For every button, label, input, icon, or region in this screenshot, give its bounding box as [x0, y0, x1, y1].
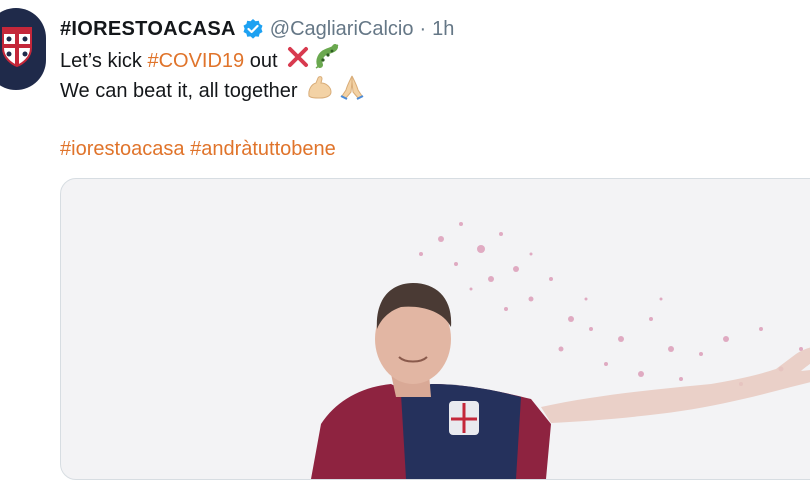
text-out: out: [244, 50, 278, 72]
player-arm: [541, 347, 810, 423]
verified-badge-icon: [242, 18, 264, 40]
tweet-header: #IORESTOACASA @CagliariCalcio · 1h: [60, 12, 800, 46]
hashtag-iorestoacasa[interactable]: #iorestoacasa: [60, 138, 185, 160]
tweet-text-line-1: Let’s kick #COVID19 out: [60, 43, 800, 76]
cagliari-crest-icon: [2, 27, 32, 68]
tweet-text-line-2: We can beat it, all together: [60, 74, 800, 109]
text-beat-it: We can beat it, all together: [60, 80, 298, 102]
separator-dot: ·: [419, 17, 427, 40]
display-name[interactable]: #IORESTOACASA: [60, 18, 236, 41]
player-illustration: [311, 222, 810, 479]
tweet: #IORESTOACASA @CagliariCalcio · 1h Let’s…: [60, 12, 800, 161]
timestamp[interactable]: 1h: [432, 18, 454, 41]
text-let-kick: Let’s kick: [60, 50, 148, 72]
hashtag-covid19[interactable]: #COVID19: [147, 46, 244, 76]
paint-splatter: [419, 222, 803, 386]
hashtag-line: #iorestoacasa #andràtuttobene: [60, 138, 336, 161]
folded-hands-icon: [338, 74, 366, 109]
hashtag-andratuttobene[interactable]: #andràtuttobene: [190, 138, 336, 160]
user-handle[interactable]: @CagliariCalcio: [270, 18, 414, 41]
avatar[interactable]: [0, 8, 46, 90]
tweet-media-image[interactable]: [60, 178, 810, 480]
flexed-biceps-icon: [306, 74, 334, 109]
